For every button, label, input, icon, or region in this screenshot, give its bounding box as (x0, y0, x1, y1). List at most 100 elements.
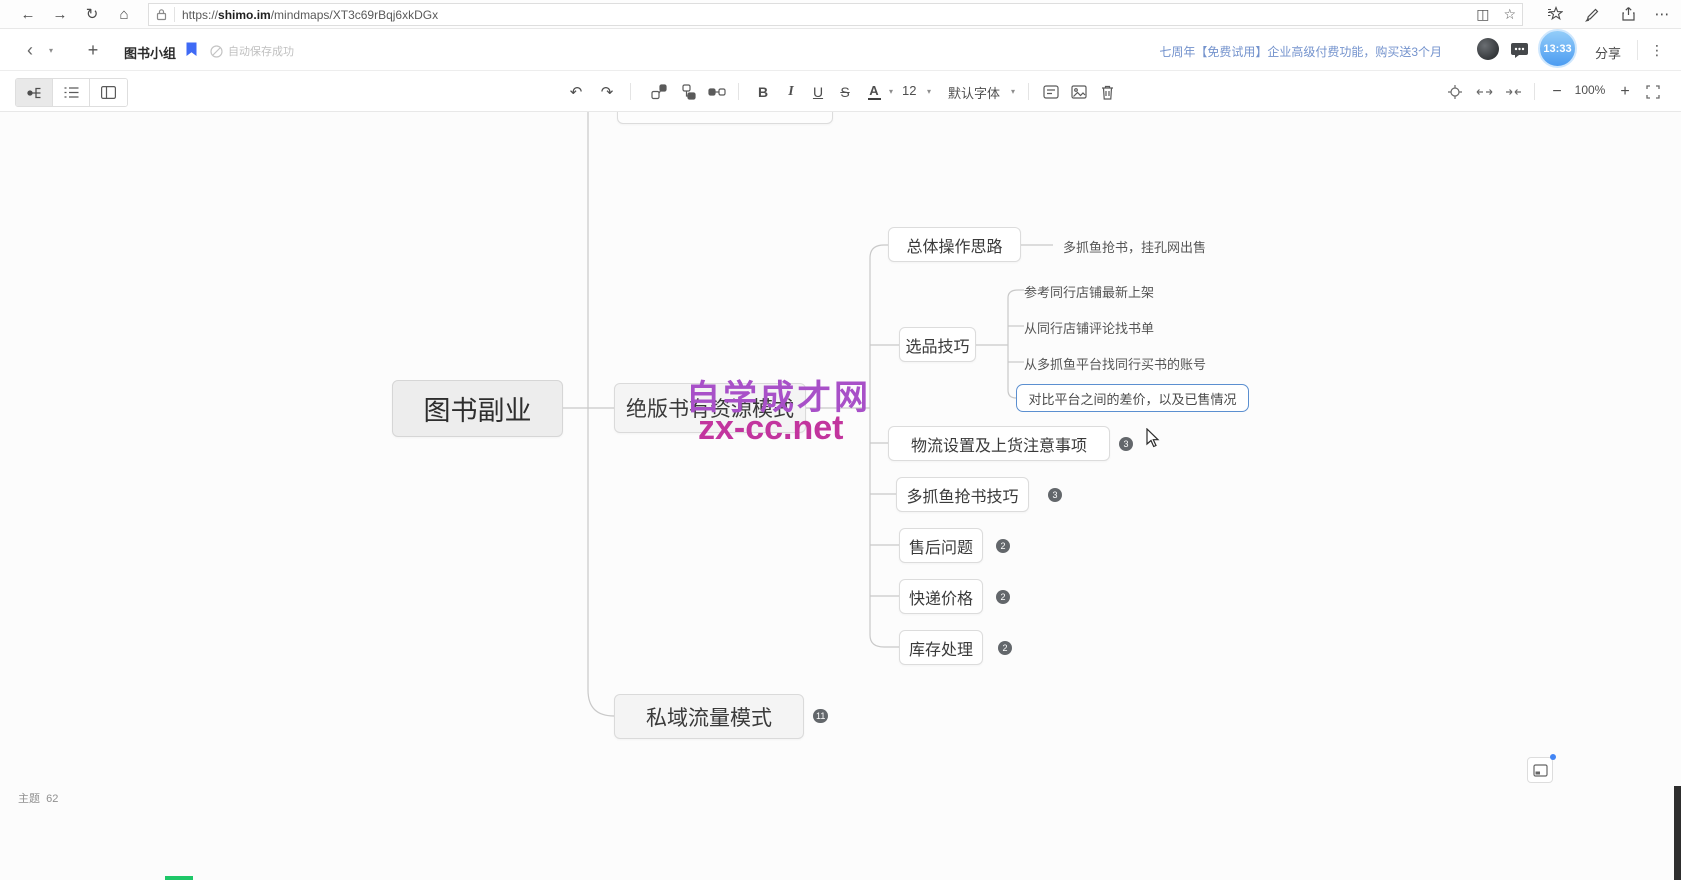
url-domain: shimo.im (218, 8, 271, 22)
header-divider (1637, 40, 1638, 60)
autosave-icon (210, 45, 223, 58)
collapsed-count-badge[interactable]: 2 (996, 539, 1010, 553)
font-family-chevron-icon[interactable]: ▾ (1008, 87, 1018, 96)
leaf-selection-3[interactable]: 从多抓鱼平台找同行买书的账号 (1024, 354, 1206, 373)
progress-marker (165, 876, 193, 880)
zoom-level[interactable]: 100% (1572, 83, 1608, 97)
doc-back-chevron-icon[interactable]: ▾ (46, 46, 56, 55)
node-branch-private-traffic[interactable]: 私域流量模式 (614, 694, 804, 739)
app-header: ‹ ▾ + 图书小组 自动保存成功 七周年【免费试用】企业高级付费功能，购买送3… (0, 29, 1681, 71)
doc-back-icon[interactable]: ‹ (20, 40, 40, 60)
lock-icon (156, 8, 167, 21)
promo-banner[interactable]: 七周年【免费试用】企业高级付费功能，购买送3个月 (1159, 43, 1442, 60)
collapsed-count-badge[interactable]: 3 (1048, 488, 1062, 502)
toolbar-divider (738, 83, 739, 100)
font-color-chevron-icon[interactable]: ▾ (886, 87, 896, 96)
collapse-all-icon[interactable] (1502, 81, 1524, 103)
split-view-button[interactable] (90, 79, 127, 106)
delete-icon[interactable] (1096, 81, 1118, 103)
font-family-select[interactable]: 默认字体 (948, 83, 1000, 102)
font-color-label: A (869, 84, 878, 97)
collapsed-count-badge[interactable]: 2 (998, 641, 1012, 655)
share-icon[interactable] (1614, 0, 1642, 28)
more-icon[interactable]: ⋯ (1648, 0, 1676, 28)
leaf-selection-4-selected[interactable]: 对比平台之间的差价，以及已售情况 (1016, 384, 1249, 412)
expand-all-icon[interactable] (1473, 81, 1495, 103)
autosave-label: 自动保存成功 (228, 43, 294, 59)
node-selection-tips[interactable]: 选品技巧 (899, 327, 976, 362)
image-icon[interactable] (1068, 81, 1090, 103)
font-color-button[interactable]: A (864, 81, 884, 103)
recording-timer-badge: 13:33 (1538, 29, 1577, 68)
node-shipping-price[interactable]: 快递价格 (899, 579, 983, 614)
minimap-toggle-button[interactable] (1527, 757, 1553, 783)
zoom-in-button[interactable]: + (1614, 80, 1636, 104)
collapsed-count-badge[interactable]: 3 (1119, 437, 1133, 451)
notification-dot (1550, 754, 1556, 760)
new-doc-icon[interactable]: + (82, 39, 104, 61)
kebab-menu-icon[interactable]: ⋮ (1648, 40, 1666, 60)
italic-button[interactable]: I (781, 80, 801, 104)
autosave-status: 自动保存成功 (210, 43, 294, 59)
url-text[interactable]: https://shimo.im/mindmaps/XT3c69rBqj6xkD… (182, 8, 438, 22)
underline-button[interactable]: U (808, 80, 828, 104)
outline-view-button[interactable] (53, 79, 90, 106)
node-label: 对比平台之间的差价，以及已售情况 (1028, 389, 1236, 408)
web-note-icon[interactable] (1578, 0, 1606, 28)
leaf-operation[interactable]: 多抓鱼抢书，挂孔网出售 (1063, 237, 1206, 256)
node-logistics[interactable]: 物流设置及上货注意事项 (888, 426, 1110, 461)
scrollbar-thumb[interactable] (1674, 786, 1681, 880)
bookmark-icon[interactable] (186, 42, 197, 57)
node-overall-approach[interactable]: 总体操作思路 (888, 227, 1021, 262)
strikethrough-button[interactable]: S (835, 80, 855, 104)
connector-lines (0, 112, 1681, 880)
topic-count-value: 62 (46, 793, 58, 805)
hub-icon[interactable] (1541, 0, 1569, 28)
relation-icon[interactable] (706, 81, 728, 103)
node-root[interactable]: 图书副业 (392, 380, 563, 437)
mouse-cursor (1146, 428, 1160, 448)
address-bar[interactable]: https://shimo.im/mindmaps/XT3c69rBqj6xkD… (148, 3, 1523, 26)
url-prefix: https:// (182, 8, 218, 22)
mindmap-canvas[interactable]: 图书副业 绝版书有资源模式 私域流量模式 11 总体操作思路 选品技巧 物流设置… (0, 112, 1681, 880)
font-color-swatch (868, 98, 881, 100)
topic-count-label: 主题 (18, 793, 40, 805)
insert-sibling-topic-icon[interactable] (648, 81, 670, 103)
node-cutoff-top[interactable] (617, 112, 833, 124)
comment-icon[interactable] (1510, 42, 1529, 59)
note-icon[interactable] (1040, 81, 1062, 103)
toolbar-divider (1028, 83, 1029, 100)
address-divider (174, 7, 175, 22)
bold-button[interactable]: B (753, 80, 773, 104)
node-label: 快递价格 (909, 585, 973, 609)
zoom-out-button[interactable]: − (1546, 80, 1568, 104)
forward-icon[interactable]: → (46, 0, 74, 28)
doc-title[interactable]: 图书小组 (124, 43, 176, 62)
reading-view-icon[interactable]: ◫ (1476, 6, 1489, 23)
refresh-icon[interactable]: ↻ (78, 0, 106, 28)
node-grab-book-tips[interactable]: 多抓鱼抢书技巧 (896, 477, 1029, 512)
leaf-selection-2[interactable]: 从同行店铺评论找书单 (1024, 318, 1154, 337)
share-button[interactable]: 分享 (1595, 43, 1621, 62)
redo-icon[interactable]: ↷ (596, 80, 618, 104)
view-mode-group (15, 78, 128, 107)
mindmap-view-button[interactable] (16, 79, 53, 106)
node-inventory[interactable]: 库存处理 (899, 630, 983, 665)
fullscreen-icon[interactable] (1642, 81, 1664, 103)
avatar[interactable] (1477, 38, 1499, 60)
undo-icon[interactable]: ↶ (565, 80, 587, 104)
locate-center-icon[interactable] (1444, 81, 1466, 103)
favorite-star-icon[interactable]: ☆ (1503, 6, 1516, 23)
home-icon[interactable]: ⌂ (110, 0, 138, 28)
font-size-select[interactable]: 12 (902, 83, 916, 98)
node-label: 物流设置及上货注意事项 (911, 432, 1087, 456)
node-label: 多抓鱼抢书技巧 (906, 483, 1018, 507)
watermark-line2: zx-cc.net (698, 409, 844, 448)
font-size-chevron-icon[interactable]: ▾ (924, 87, 934, 96)
insert-child-topic-icon[interactable] (678, 81, 700, 103)
collapsed-count-badge[interactable]: 2 (996, 590, 1010, 604)
leaf-selection-1[interactable]: 参考同行店铺最新上架 (1024, 282, 1154, 301)
topic-count-status: 主题 62 (18, 790, 58, 806)
node-after-sales[interactable]: 售后问题 (899, 528, 983, 563)
back-icon[interactable]: ← (14, 0, 42, 28)
